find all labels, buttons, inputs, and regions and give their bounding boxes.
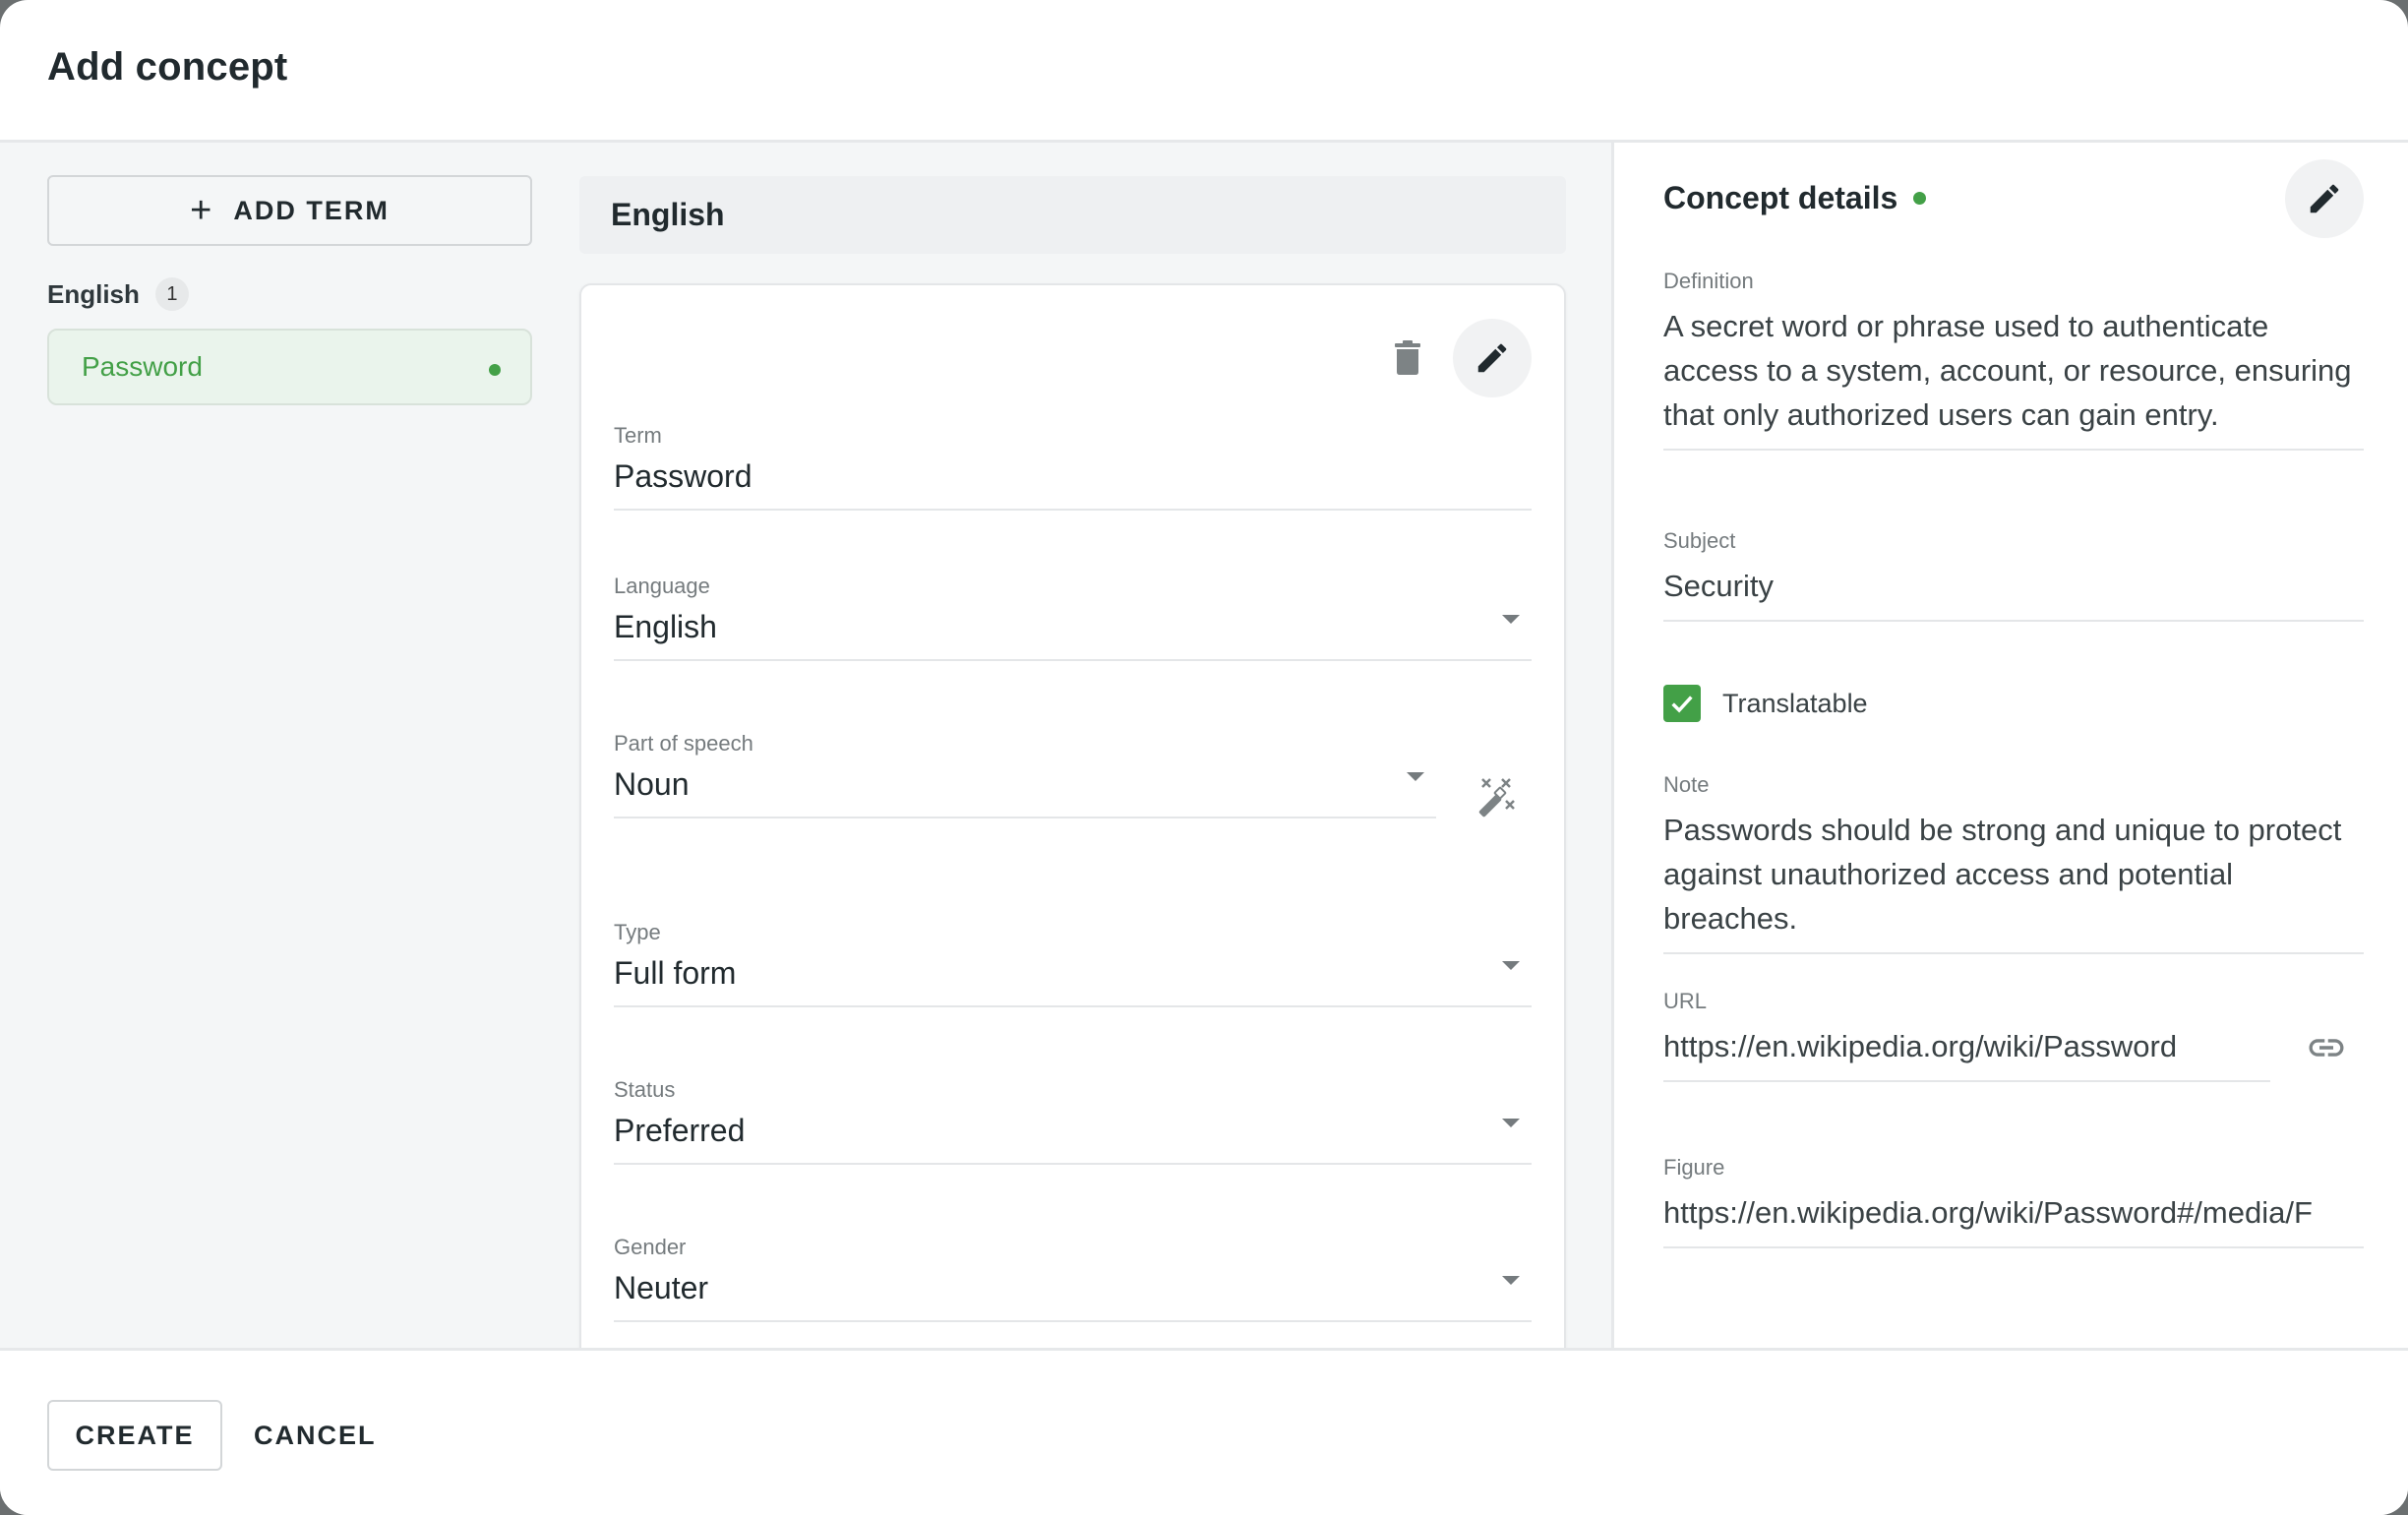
part-of-speech-value[interactable]: Noun bbox=[614, 766, 1436, 817]
status-select-label: Status bbox=[614, 1077, 676, 1102]
term-list-item-label: Password bbox=[82, 351, 203, 382]
language-group-header: English 1 bbox=[47, 277, 189, 311]
plus-icon: + bbox=[190, 190, 214, 231]
language-select-label: Language bbox=[614, 574, 710, 598]
subject-field[interactable]: Subject Security bbox=[1663, 528, 2364, 622]
type-select-label: Type bbox=[614, 920, 661, 944]
status-dot-icon bbox=[489, 364, 501, 376]
part-of-speech-select[interactable]: Part of speech Noun bbox=[614, 731, 1436, 818]
create-button[interactable]: CREATE bbox=[47, 1400, 222, 1471]
trash-icon bbox=[1395, 340, 1420, 375]
pencil-icon bbox=[1477, 343, 1507, 373]
language-section-header: English bbox=[579, 176, 1566, 254]
term-field[interactable]: Term Password bbox=[614, 423, 1532, 511]
term-field-label: Term bbox=[614, 423, 662, 448]
dialog-footer: CREATE CANCEL bbox=[0, 1348, 2408, 1515]
dropdown-arrow-icon bbox=[1502, 1119, 1520, 1127]
magic-wand-icon bbox=[1478, 778, 1515, 818]
link-icon bbox=[2309, 1039, 2344, 1057]
checkbox-checked-icon[interactable] bbox=[1663, 685, 1701, 722]
status-select[interactable]: Status Preferred bbox=[614, 1077, 1532, 1165]
definition-value[interactable]: A secret word or phrase used to authenti… bbox=[1663, 304, 2364, 449]
dropdown-arrow-icon bbox=[1502, 615, 1520, 624]
dialog-body: + ADD TERM English 1 Password English Te… bbox=[0, 143, 2408, 1365]
language-select-value[interactable]: English bbox=[614, 609, 1532, 659]
term-list-item[interactable]: Password bbox=[47, 329, 532, 405]
cancel-button[interactable]: CANCEL bbox=[244, 1400, 387, 1471]
status-dot-icon bbox=[1913, 192, 1927, 205]
term-card: Term Password Language English Part of s… bbox=[579, 283, 1566, 1365]
edit-term-button[interactable] bbox=[1453, 319, 1532, 397]
subject-value[interactable]: Security bbox=[1663, 564, 2364, 620]
dropdown-arrow-icon bbox=[1502, 1276, 1520, 1285]
dialog-title: Add concept bbox=[47, 45, 288, 89]
note-field[interactable]: Note Passwords should be strong and uniq… bbox=[1663, 772, 2364, 954]
language-select[interactable]: Language English bbox=[614, 574, 1532, 661]
add-term-button[interactable]: + ADD TERM bbox=[47, 175, 532, 246]
open-url-button[interactable] bbox=[2297, 1018, 2356, 1077]
concept-details-title: Concept details bbox=[1663, 180, 1898, 215]
url-value[interactable]: https://en.wikipedia.org/wiki/Password bbox=[1663, 1024, 2270, 1080]
type-select-value[interactable]: Full form bbox=[614, 955, 1532, 1005]
concept-details-panel: Concept details Definition A secret word… bbox=[1611, 143, 2408, 1348]
figure-label: Figure bbox=[1663, 1155, 1725, 1180]
language-group-name: English bbox=[47, 278, 140, 309]
url-field[interactable]: URL https://en.wikipedia.org/wiki/Passwo… bbox=[1663, 989, 2270, 1082]
note-label: Note bbox=[1663, 772, 1710, 797]
dropdown-arrow-icon bbox=[1407, 772, 1424, 781]
auto-detect-part-of-speech-button[interactable] bbox=[1467, 767, 1526, 826]
translatable-checkbox[interactable]: Translatable bbox=[1663, 685, 1868, 722]
language-section-title: English bbox=[611, 197, 725, 232]
add-concept-dialog: Add concept + ADD TERM English 1 Passwor… bbox=[0, 0, 2408, 1515]
figure-field[interactable]: Figure https://en.wikipedia.org/wiki/Pas… bbox=[1663, 1155, 2364, 1248]
gender-select-value[interactable]: Neuter bbox=[614, 1270, 1532, 1320]
term-field-value[interactable]: Password bbox=[614, 458, 1532, 509]
gender-select[interactable]: Gender Neuter bbox=[614, 1235, 1532, 1322]
type-select[interactable]: Type Full form bbox=[614, 920, 1532, 1007]
definition-field[interactable]: Definition A secret word or phrase used … bbox=[1663, 269, 2364, 451]
dialog-header: Add concept bbox=[0, 0, 2408, 143]
add-term-label: ADD TERM bbox=[233, 195, 390, 225]
status-select-value[interactable]: Preferred bbox=[614, 1113, 1532, 1163]
concept-details-header: Concept details bbox=[1663, 180, 1927, 216]
gender-select-label: Gender bbox=[614, 1235, 687, 1259]
subject-label: Subject bbox=[1663, 528, 1736, 553]
definition-label: Definition bbox=[1663, 269, 1754, 293]
part-of-speech-label: Part of speech bbox=[614, 731, 753, 756]
pencil-icon bbox=[2310, 184, 2339, 213]
edit-concept-details-button[interactable] bbox=[2285, 159, 2364, 238]
figure-value[interactable]: https://en.wikipedia.org/wiki/Password#/… bbox=[1663, 1190, 2364, 1246]
translatable-label: Translatable bbox=[1722, 688, 1868, 718]
delete-term-button[interactable] bbox=[1382, 329, 1433, 388]
language-group-count-badge: 1 bbox=[154, 277, 189, 311]
dropdown-arrow-icon bbox=[1502, 961, 1520, 970]
url-label: URL bbox=[1663, 989, 1708, 1013]
note-value[interactable]: Passwords should be strong and unique to… bbox=[1663, 808, 2364, 952]
